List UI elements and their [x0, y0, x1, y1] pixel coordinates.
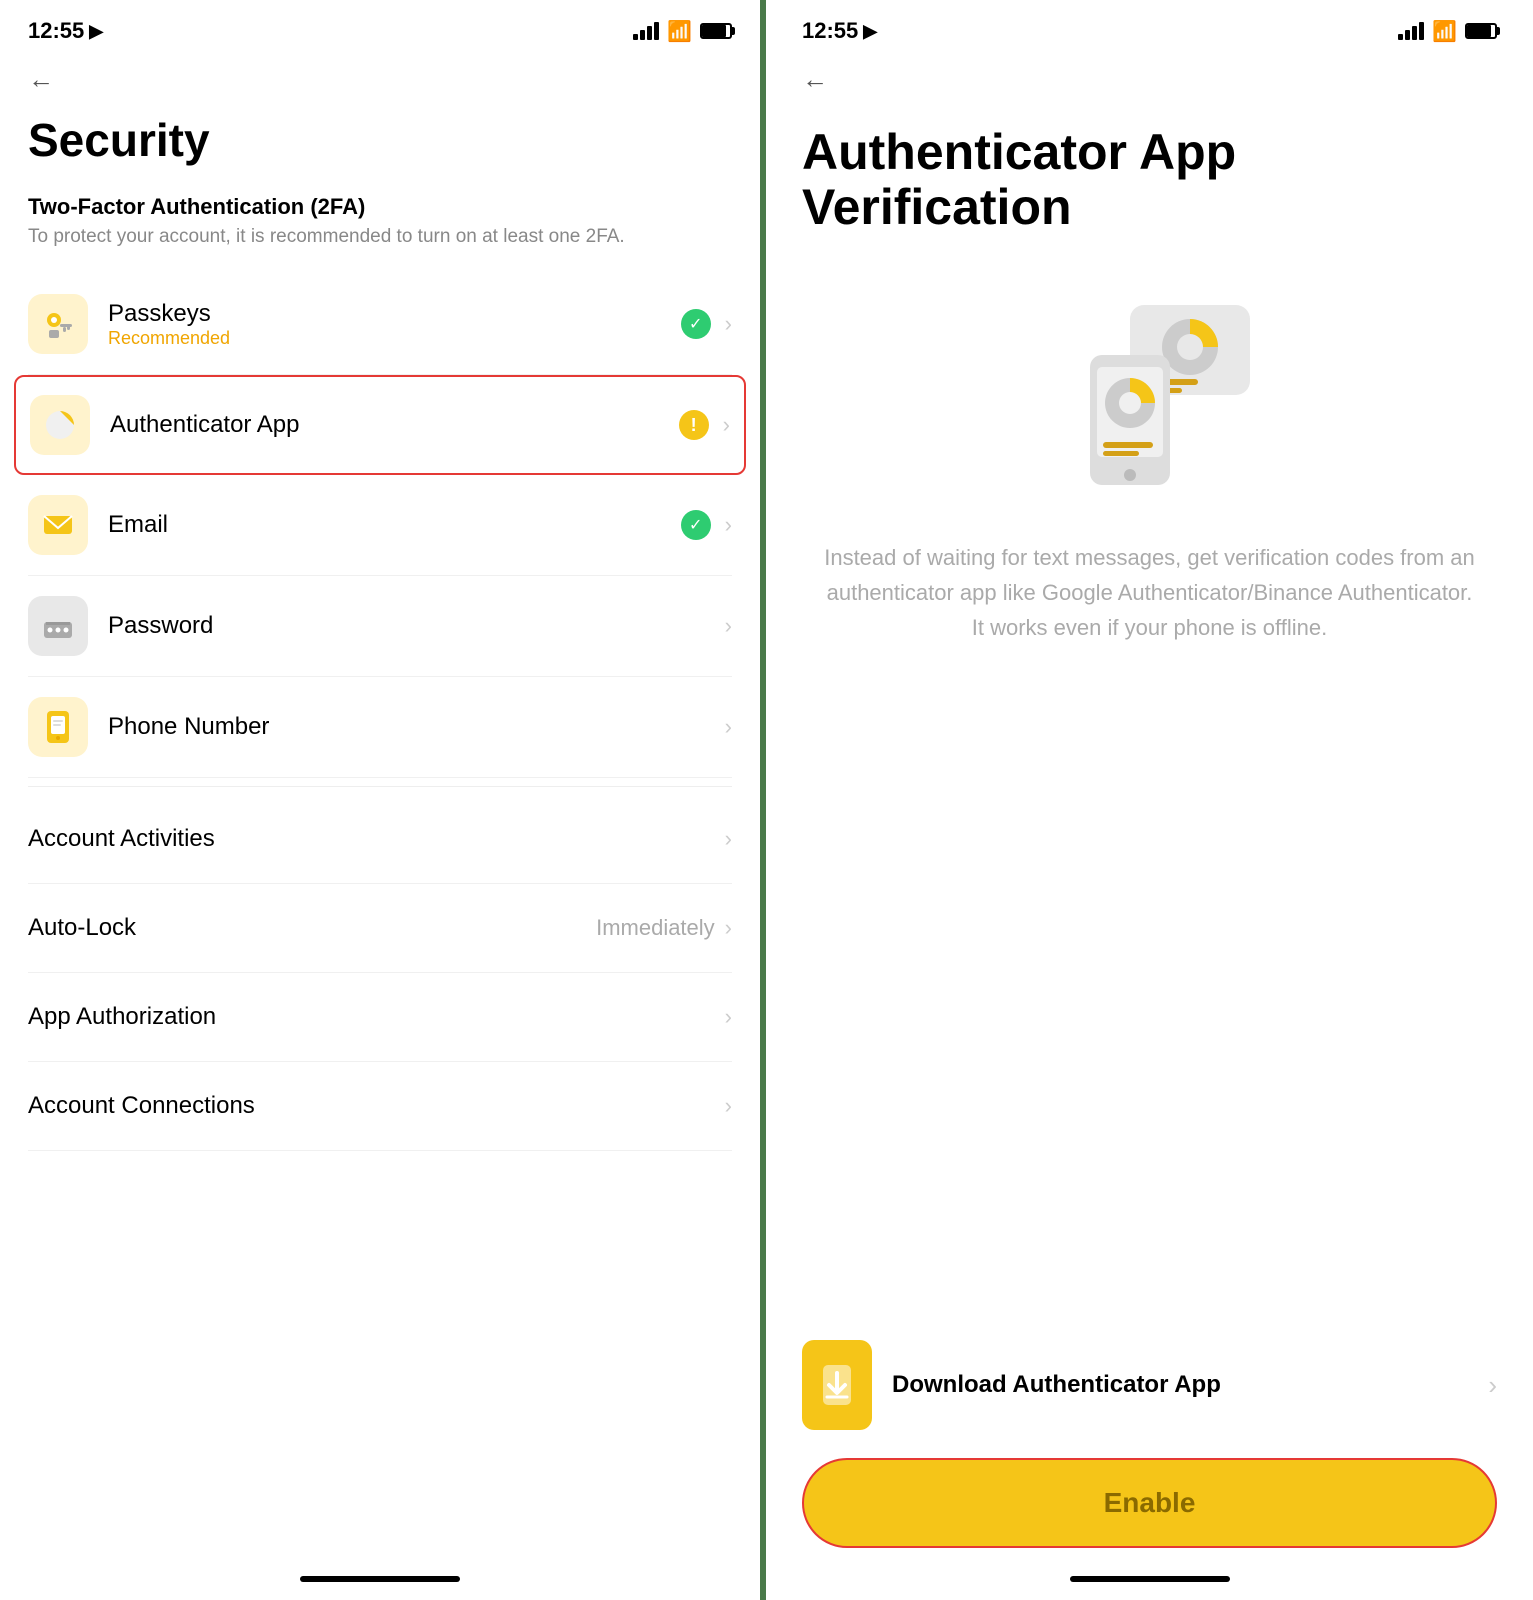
auth-status: ! — [679, 410, 709, 440]
signal-bars-right — [1398, 22, 1424, 40]
twofa-desc: To protect your account, it is recommend… — [28, 224, 732, 251]
wifi-icon-right: 📶 — [1432, 19, 1457, 44]
right-panel: 12:55 ▶ 📶 ← Authenticator App Verificati… — [766, 0, 1533, 1600]
left-panel: 12:55 ▶ 📶 ← Security Two-Factor Authenti… — [0, 0, 766, 1600]
status-left-right: 12:55 ▶ — [802, 18, 877, 44]
phone-label: Phone Number — [108, 713, 725, 741]
auto-lock-right: Immediately › — [596, 915, 732, 941]
phone-label-wrap: Phone Number — [108, 713, 725, 741]
password-label: Password — [108, 612, 725, 640]
spacer — [802, 706, 1497, 1340]
chevron-app-auth: › — [725, 1004, 732, 1030]
email-icon — [28, 495, 88, 555]
location-icon-right: ▶ — [863, 21, 877, 42]
account-connections-label: Account Connections — [28, 1092, 255, 1120]
app-authorization-right: › — [725, 1004, 732, 1030]
check-icon-passkeys: ✓ — [681, 309, 711, 339]
status-bar-left: 12:55 ▶ 📶 — [28, 0, 732, 54]
auth-description: Instead of waiting for text messages, ge… — [802, 540, 1497, 646]
home-indicator-right — [1070, 1576, 1230, 1582]
page-title-right: Authenticator App Verification — [802, 125, 1497, 235]
account-activities-label: Account Activities — [28, 825, 215, 853]
account-activities-right: › — [725, 826, 732, 852]
download-label: Download Authenticator App — [892, 1371, 1221, 1399]
auth-label-wrap: Authenticator App — [110, 411, 679, 439]
check-icon-email: ✓ — [681, 510, 711, 540]
passkeys-label: Passkeys — [108, 300, 681, 328]
security-item-password[interactable]: Password › — [28, 576, 732, 677]
chevron-passkeys: › — [725, 311, 732, 337]
status-left: 12:55 ▶ — [28, 18, 103, 44]
email-label: Email — [108, 511, 681, 539]
status-right-right: 📶 — [1398, 19, 1497, 44]
account-connections-right: › — [725, 1093, 732, 1119]
warn-icon-auth: ! — [679, 410, 709, 440]
back-button-right[interactable]: ← — [802, 64, 842, 95]
passkeys-icon — [28, 294, 88, 354]
chevron-phone: › — [725, 714, 732, 740]
security-item-authenticator[interactable]: Authenticator App ! › — [14, 375, 746, 475]
auth-illustration — [1040, 295, 1260, 500]
twofa-label: Two-Factor Authentication (2FA) — [28, 194, 732, 220]
authenticator-icon — [30, 395, 90, 455]
security-item-phone[interactable]: Phone Number › — [28, 677, 732, 778]
plain-item-auto-lock[interactable]: Auto-Lock Immediately › — [28, 884, 732, 973]
chevron-auto-lock: › — [725, 915, 732, 941]
wifi-icon-left: 📶 — [667, 19, 692, 44]
email-label-wrap: Email — [108, 511, 681, 539]
auto-lock-label: Auto-Lock — [28, 914, 136, 942]
passkeys-sub-label: Recommended — [108, 328, 681, 349]
plain-item-account-connections[interactable]: Account Connections › — [28, 1062, 732, 1151]
chevron-password: › — [725, 613, 732, 639]
password-label-wrap: Password — [108, 612, 725, 640]
battery-icon-right — [1465, 23, 1497, 39]
illustration-container — [802, 295, 1497, 500]
chevron-auth: › — [723, 412, 730, 438]
back-button-left[interactable]: ← — [28, 64, 68, 95]
chevron-email: › — [725, 512, 732, 538]
download-icon — [802, 1340, 872, 1430]
time-right: 12:55 — [802, 18, 858, 44]
time-left: 12:55 — [28, 18, 84, 44]
signal-bars-left — [633, 22, 659, 40]
password-icon — [28, 596, 88, 656]
download-row[interactable]: Download Authenticator App › — [802, 1340, 1497, 1430]
email-status: ✓ — [681, 510, 711, 540]
chevron-activities: › — [725, 826, 732, 852]
page-title-left: Security — [28, 115, 732, 166]
status-right-left: 📶 — [633, 19, 732, 44]
enable-button[interactable]: Enable — [802, 1458, 1497, 1548]
plain-item-account-activities[interactable]: Account Activities › — [28, 795, 732, 884]
auto-lock-value: Immediately — [596, 915, 715, 941]
status-bar-right: 12:55 ▶ 📶 — [802, 0, 1497, 54]
chevron-connections: › — [725, 1093, 732, 1119]
passkeys-label-wrap: Passkeys Recommended — [108, 300, 681, 349]
phone-icon — [28, 697, 88, 757]
passkeys-status: ✓ — [681, 309, 711, 339]
security-item-email[interactable]: Email ✓ › — [28, 475, 732, 576]
location-icon-left: ▶ — [89, 21, 103, 42]
security-item-passkeys[interactable]: Passkeys Recommended ✓ › — [28, 274, 732, 375]
separator-1 — [28, 786, 732, 787]
battery-icon-left — [700, 23, 732, 39]
chevron-download: › — [1488, 1370, 1497, 1401]
home-indicator-left — [300, 1576, 460, 1582]
auth-label: Authenticator App — [110, 411, 679, 439]
app-authorization-label: App Authorization — [28, 1003, 216, 1031]
plain-item-app-authorization[interactable]: App Authorization › — [28, 973, 732, 1062]
